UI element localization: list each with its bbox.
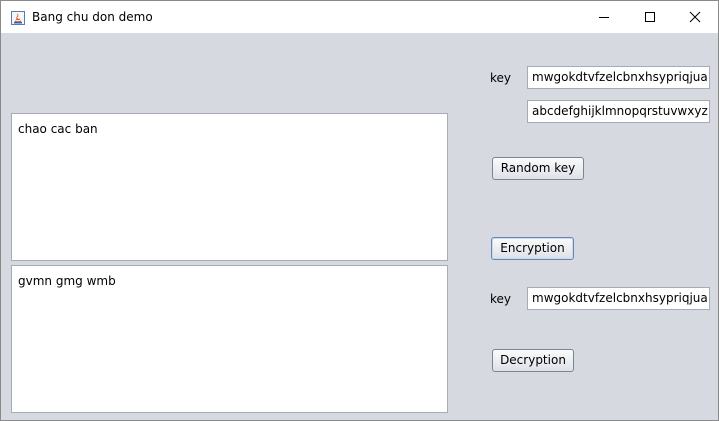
- title-bar[interactable]: Bang chu don demo: [1, 1, 718, 33]
- minimize-icon: [598, 8, 610, 27]
- close-icon: [689, 8, 701, 27]
- content-panel: chao cac ban gvmn gmg wmb key mwgokdtvfz…: [1, 33, 718, 420]
- plaintext-area[interactable]: chao cac ban: [11, 113, 448, 261]
- java-app-icon: [11, 10, 25, 25]
- random-key-button[interactable]: Random key: [492, 157, 584, 180]
- decryption-button[interactable]: Decryption: [492, 349, 574, 372]
- encryption-button[interactable]: Encryption: [491, 237, 574, 260]
- close-button[interactable]: [672, 1, 718, 33]
- maximize-button[interactable]: [627, 1, 673, 33]
- decrypt-key-label: key: [490, 292, 512, 306]
- minimize-button[interactable]: [581, 1, 627, 33]
- decrypt-key-field[interactable]: mwgokdtvfzelcbnxhsypriqjua: [527, 287, 710, 310]
- ciphertext-area[interactable]: gvmn gmg wmb: [11, 265, 448, 413]
- app-window: Bang chu don demo chao cac ban gvmn gmg …: [0, 0, 719, 421]
- alphabet-field[interactable]: abcdefghijklmnopqrstuvwxyz: [527, 100, 710, 123]
- maximize-icon: [644, 8, 656, 27]
- window-title: Bang chu don demo: [32, 10, 153, 24]
- encrypt-key-field[interactable]: mwgokdtvfzelcbnxhsypriqjua: [527, 66, 710, 89]
- encrypt-key-label: key: [490, 71, 512, 85]
